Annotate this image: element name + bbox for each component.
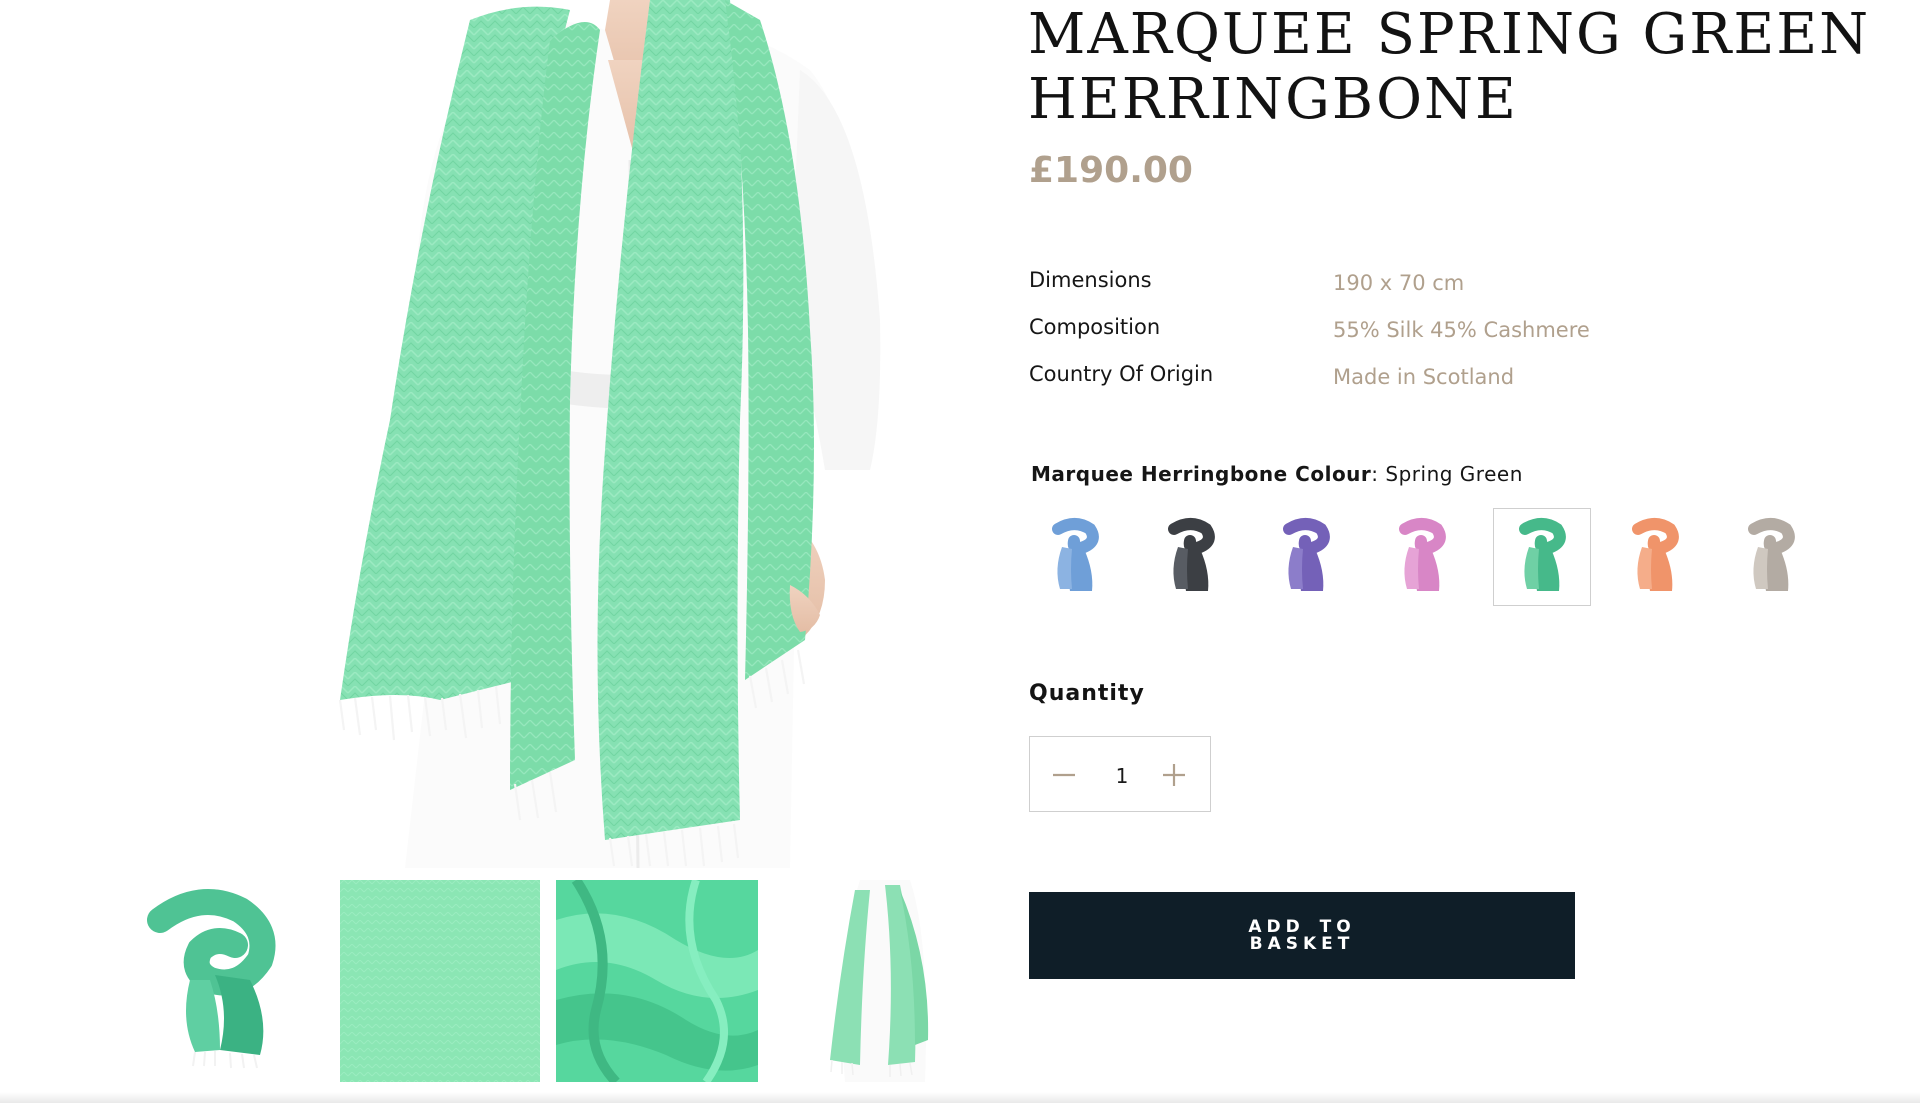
increase-quantity-button[interactable]: [1154, 755, 1194, 795]
spec-row-country-of-origin: Country Of Origin Made in Scotland: [1029, 362, 1629, 409]
scarf-icon: [1632, 518, 1679, 591]
thumbnail-fabric-drape[interactable]: [556, 880, 758, 1082]
spec-label: Dimensions: [1029, 268, 1152, 292]
thumbnail-model-wearing[interactable]: [800, 880, 960, 1082]
spec-label: Country Of Origin: [1029, 362, 1214, 386]
thumbnail-gallery: [0, 880, 1000, 1090]
product-title: MARQUEE SPRING GREEN HERRINGBONE: [1028, 2, 1871, 132]
spec-row-dimensions: Dimensions 190 x 70 cm: [1029, 268, 1629, 315]
add-to-basket-label: ADD TO BASKET: [1248, 916, 1356, 954]
scarf-icon: [1052, 518, 1099, 591]
scarf-icon: [1748, 518, 1795, 591]
spec-value: 190 x 70 cm: [1333, 271, 1465, 295]
product-price: £190.00: [1029, 150, 1193, 191]
selected-colour-name: Spring Green: [1385, 462, 1523, 486]
swatch-orange[interactable]: [1606, 508, 1704, 606]
decrease-quantity-button[interactable]: [1044, 755, 1084, 795]
scarf-icon: [1519, 518, 1566, 591]
spec-label: Composition: [1029, 315, 1161, 339]
colour-label: Marquee Herringbone Colour: [1031, 462, 1372, 486]
spec-value: 55% Silk 45% Cashmere: [1333, 318, 1590, 342]
plus-icon: [1163, 764, 1185, 786]
scarf-icon: [1168, 518, 1215, 591]
swatch-pink[interactable]: [1373, 508, 1471, 606]
page-bottom-edge: [0, 1092, 1920, 1103]
scarf-icon: [1399, 518, 1446, 591]
quantity-label: Quantity: [1029, 681, 1145, 706]
swatch-charcoal[interactable]: [1142, 508, 1240, 606]
spec-value: Made in Scotland: [1333, 365, 1515, 389]
scarf-icon: [1283, 518, 1330, 591]
colour-heading: Marquee Herringbone Colour: Spring Green: [1031, 462, 1523, 486]
main-product-image[interactable]: [320, 0, 950, 868]
minus-icon: [1053, 773, 1075, 777]
swatch-purple[interactable]: [1257, 508, 1355, 606]
product-specs: Dimensions 190 x 70 cm Composition 55% S…: [1029, 268, 1629, 409]
swatch-taupe[interactable]: [1722, 508, 1820, 606]
thumbnail-folded-scarf[interactable]: [120, 880, 320, 1082]
colour-swatches: [1026, 508, 1826, 612]
thumbnail-fabric-texture[interactable]: [340, 880, 540, 1082]
swatch-sky-blue[interactable]: [1026, 508, 1124, 606]
colour-separator: :: [1371, 462, 1386, 486]
spec-row-composition: Composition 55% Silk 45% Cashmere: [1029, 315, 1629, 362]
quantity-input[interactable]: [1094, 759, 1150, 793]
add-to-basket-button[interactable]: ADD TO BASKET: [1029, 892, 1575, 979]
swatch-spring-green[interactable]: [1493, 508, 1591, 606]
quantity-stepper: [1029, 736, 1211, 812]
